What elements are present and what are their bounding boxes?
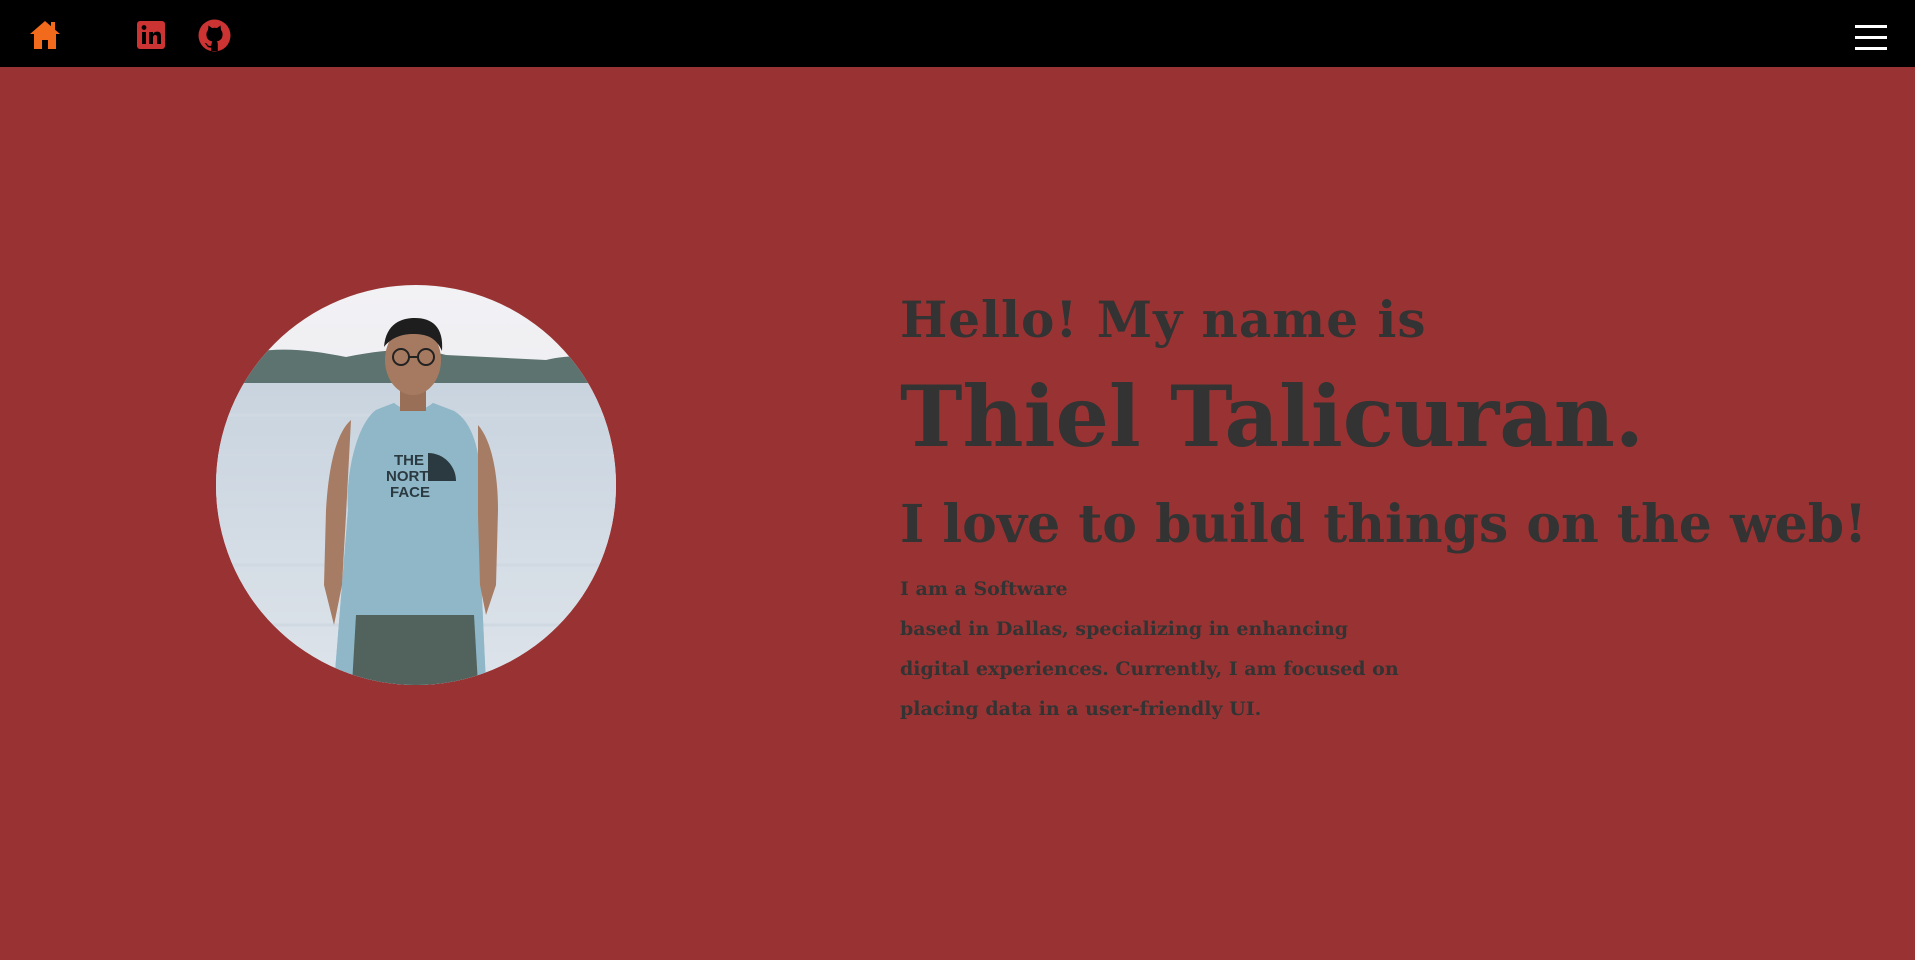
bio-line: digital experiences. Currently, I am foc… [900, 658, 1399, 680]
bio-paragraph: I am a Software based in Dallas, special… [900, 569, 1900, 729]
profile-photo: THE NORTH FACE [216, 285, 616, 685]
name-heading: Thiel Talicuran. [900, 367, 1645, 466]
linkedin-icon[interactable] [137, 21, 165, 49]
hamburger-menu-icon[interactable] [1855, 25, 1887, 53]
menu-bar [1855, 25, 1887, 28]
bio-line: placing data in a user-friendly UI. [900, 698, 1262, 720]
home-icon[interactable] [28, 19, 62, 51]
hero-section: Hello! My name is Thiel Talicuran. I lov… [900, 285, 1900, 729]
greeting-heading: Hello! My name is [900, 290, 1427, 349]
bio-line: based in Dallas, specializing in enhanci… [900, 618, 1349, 640]
svg-text:THE: THE [394, 452, 424, 469]
bio-line: I am a Software [900, 578, 1068, 600]
menu-bar [1855, 36, 1887, 39]
svg-text:FACE: FACE [390, 484, 430, 501]
top-navbar [0, 0, 1915, 67]
tagline-heading: I love to build things on the web! [900, 494, 1867, 555]
github-icon[interactable] [198, 19, 231, 52]
menu-bar [1855, 47, 1887, 50]
